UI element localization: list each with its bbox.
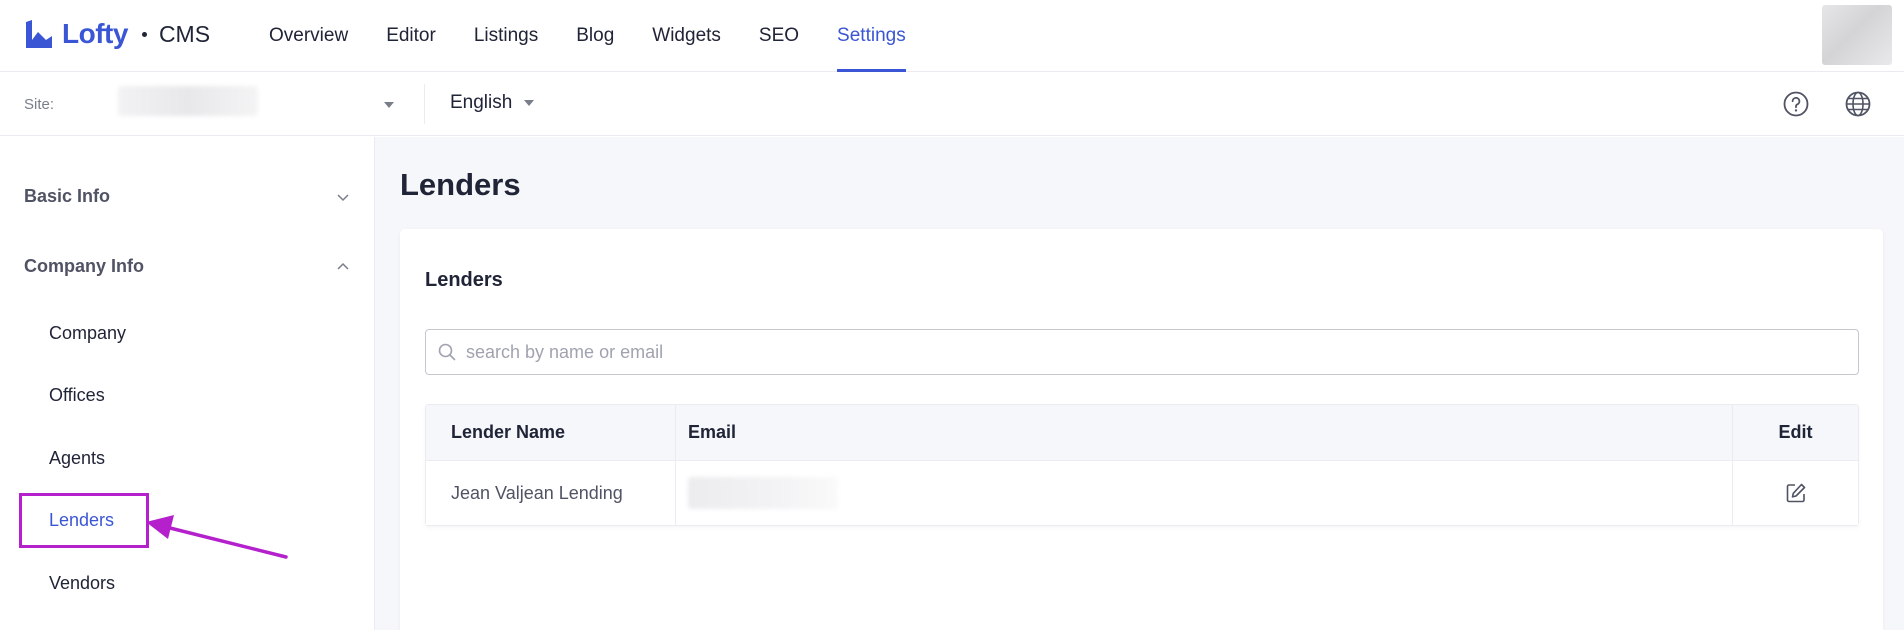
tab-settings[interactable]: Settings xyxy=(818,0,925,72)
chevron-down-icon xyxy=(337,193,349,201)
annotation-highlight-box xyxy=(19,493,149,548)
language-caret-icon xyxy=(524,100,535,106)
main-tabs: Overview Editor Listings Blog Widgets SE… xyxy=(250,0,925,72)
globe-icon[interactable] xyxy=(1845,91,1871,117)
search-icon xyxy=(438,343,456,361)
column-header-email: Email xyxy=(676,405,1733,460)
divider xyxy=(424,84,425,124)
lofty-logo-icon xyxy=(26,20,52,48)
tab-editor[interactable]: Editor xyxy=(367,0,455,72)
table-row: Jean Valjean Lending xyxy=(426,461,1858,525)
sidebar-group-company-info[interactable]: Company Info xyxy=(24,256,350,277)
site-dropdown-caret-icon[interactable] xyxy=(384,102,394,108)
brand-name: Lofty xyxy=(62,18,128,49)
site-selector-bar: Site: English xyxy=(0,72,1904,136)
user-avatar[interactable] xyxy=(1822,5,1892,65)
tab-listings[interactable]: Listings xyxy=(455,0,557,72)
column-header-edit: Edit xyxy=(1778,422,1813,442)
chevron-up-icon xyxy=(337,262,349,270)
language-value: English xyxy=(450,92,513,113)
product-name: CMS xyxy=(158,20,211,47)
edit-icon[interactable] xyxy=(1785,482,1807,504)
brand-separator-dot xyxy=(141,31,147,37)
lenders-table: Lender Name Email Edit Jean Valjean Lend… xyxy=(425,404,1859,526)
lenders-card: Lenders Lender Name Email Edit Jean Valj… xyxy=(400,229,1883,630)
language-select[interactable]: English xyxy=(450,92,535,114)
tab-widgets[interactable]: Widgets xyxy=(633,0,740,72)
top-nav: Lofty CMS Overview Editor Listings Blog … xyxy=(0,0,1904,72)
help-icon[interactable] xyxy=(1783,91,1809,117)
sidebar-group-basic-info[interactable]: Basic Info xyxy=(24,186,350,207)
search-box xyxy=(425,329,1859,375)
email-cell xyxy=(676,461,1733,525)
email-value-redacted xyxy=(688,477,838,509)
sidebar-item-offices[interactable]: Offices xyxy=(49,385,105,406)
tab-seo[interactable]: SEO xyxy=(740,0,818,72)
site-select[interactable] xyxy=(118,86,258,116)
sidebar-item-agents[interactable]: Agents xyxy=(49,448,105,469)
main-content: Lenders Lenders Lender Name Email Edit J… xyxy=(375,137,1904,630)
column-header-lender-name: Lender Name xyxy=(426,405,676,460)
card-title: Lenders xyxy=(425,269,503,291)
sidebar-group-label: Company Info xyxy=(24,256,144,276)
tab-overview[interactable]: Overview xyxy=(250,0,367,72)
lender-name-cell: Jean Valjean Lending xyxy=(426,461,676,525)
table-header: Lender Name Email Edit xyxy=(426,405,1858,461)
edit-cell xyxy=(1733,461,1858,525)
brand-logo[interactable]: Lofty CMS xyxy=(24,16,210,52)
annotation-arrow-icon xyxy=(146,515,288,559)
page-title: Lenders xyxy=(400,167,521,202)
sidebar-group-label: Basic Info xyxy=(24,186,111,206)
tab-blog[interactable]: Blog xyxy=(557,0,633,72)
sidebar-item-company[interactable]: Company xyxy=(49,323,126,344)
sidebar-item-vendors[interactable]: Vendors xyxy=(49,573,115,594)
site-label: Site: xyxy=(24,96,55,113)
search-input[interactable] xyxy=(466,341,1846,363)
